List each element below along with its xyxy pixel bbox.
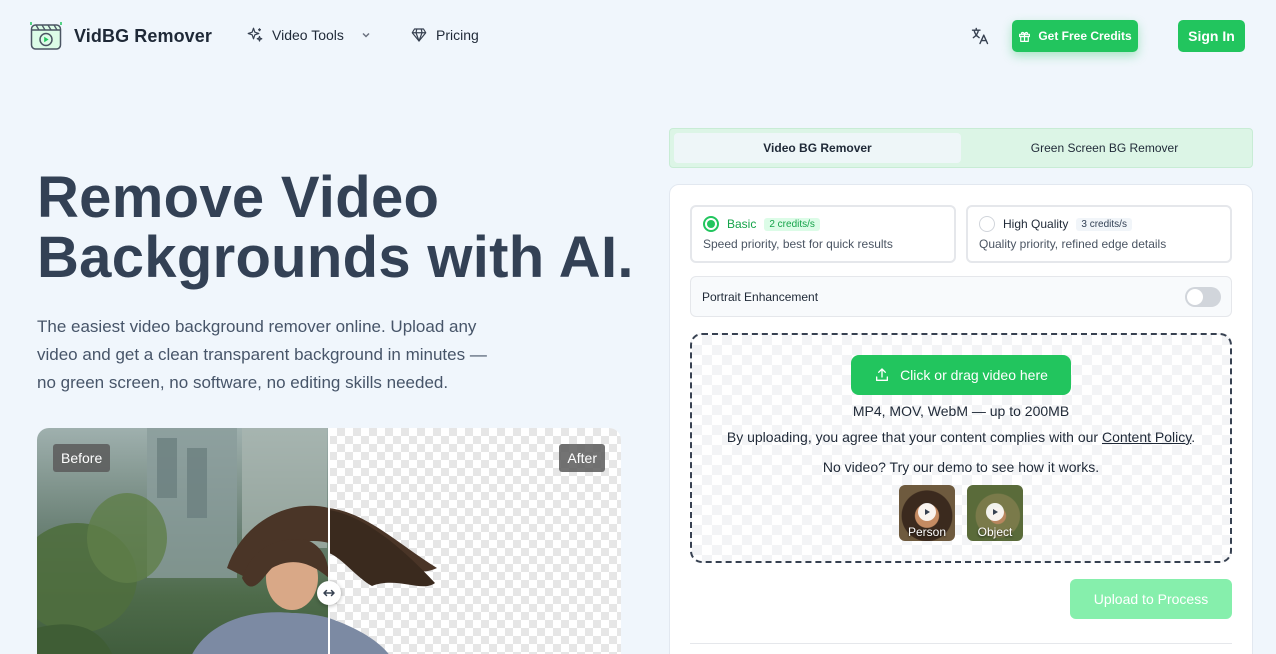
comparison-slider-handle[interactable] (317, 581, 341, 605)
demo-object-thumbnail[interactable]: Object (967, 485, 1023, 541)
before-tag: Before (53, 444, 111, 472)
credits-badge: 3 credits/s (1076, 217, 1132, 231)
after-tag: After (559, 444, 605, 472)
video-dropzone[interactable]: Click or drag video here MP4, MOV, WebM … (690, 333, 1232, 563)
option-title: High Quality (1003, 217, 1069, 231)
nav-pricing-label: Pricing (436, 27, 479, 43)
demo-prompt: No video? Try our demo to see how it wor… (822, 459, 1100, 475)
hero-title-line-2: Backgrounds with AI. (37, 225, 634, 290)
get-free-credits-button[interactable]: Get Free Credits (1012, 20, 1138, 52)
nav-video-tools[interactable]: Video Tools (246, 26, 372, 44)
radio-high-quality[interactable] (979, 216, 995, 232)
option-description: Speed priority, best for quick results (703, 237, 893, 251)
policy-notice: By uploading, you agree that your conten… (692, 429, 1230, 445)
upload-card: Basic 2 credits/s Speed priority, best f… (669, 184, 1253, 654)
tab-video-bg-remover[interactable]: Video BG Remover (674, 133, 961, 163)
gift-icon (1019, 31, 1031, 42)
demo-person-thumbnail[interactable]: Person (899, 485, 955, 541)
brand-logo[interactable]: VidBG Remover (30, 20, 212, 52)
mode-tabs: Video BG Remover Green Screen BG Remover (669, 128, 1253, 168)
hero-subtitle: The easiest video background remover onl… (37, 317, 487, 392)
upload-video-button[interactable]: Click or drag video here (851, 355, 1071, 395)
sign-in-button[interactable]: Sign In (1178, 20, 1245, 52)
radio-basic[interactable] (703, 216, 719, 232)
comparison-divider (328, 428, 330, 654)
option-description: Quality priority, refined edge details (979, 237, 1167, 251)
arrows-horizontal-icon (323, 589, 335, 597)
hero-title: Remove Video Backgrounds with AI. (37, 168, 657, 288)
portrait-enhancement-label: Portrait Enhancement (702, 289, 819, 304)
hero-title-line-1: Remove Video (37, 165, 440, 230)
translate-icon[interactable] (970, 26, 990, 46)
brand-name: VidBG Remover (74, 25, 213, 46)
play-icon (986, 503, 1004, 521)
chevron-down-icon (362, 32, 370, 38)
nav-pricing[interactable]: Pricing (410, 26, 479, 44)
play-icon (918, 503, 936, 521)
get-free-credits-label: Get Free Credits (1038, 29, 1132, 43)
credits-badge: 2 credits/s (764, 217, 820, 231)
portrait-enhancement-toggle[interactable] (1185, 287, 1221, 307)
policy-suffix: . (1191, 429, 1196, 445)
nav-video-tools-label: Video Tools (272, 27, 344, 43)
divider (690, 643, 1232, 644)
policy-prefix: By uploading, you agree that your conten… (726, 429, 1102, 445)
option-title: Basic (727, 217, 757, 231)
diamond-icon (411, 28, 427, 42)
demo-label: Person (907, 525, 947, 539)
upload-to-process-button[interactable]: Upload to Process (1070, 579, 1232, 619)
sparkles-icon (247, 27, 263, 42)
content-policy-link[interactable]: Content Policy (1102, 429, 1191, 445)
upload-video-label: Click or drag video here (900, 367, 1048, 383)
upload-icon (876, 368, 889, 381)
demo-label: Object (977, 525, 1013, 539)
logo-icon (30, 22, 62, 50)
quality-option-high-quality[interactable]: High Quality 3 credits/s Quality priorit… (966, 205, 1232, 263)
tab-green-screen-bg-remover[interactable]: Green Screen BG Remover (961, 133, 1248, 163)
top-nav: VidBG Remover Video Tools Pricing Get Fr… (0, 0, 1276, 72)
before-after-comparison[interactable]: Before After (37, 428, 621, 654)
supported-formats: MP4, MOV, WebM — up to 200MB (852, 403, 1070, 419)
portrait-enhancement-row: Portrait Enhancement (690, 276, 1232, 317)
quality-option-basic[interactable]: Basic 2 credits/s Speed priority, best f… (690, 205, 956, 263)
